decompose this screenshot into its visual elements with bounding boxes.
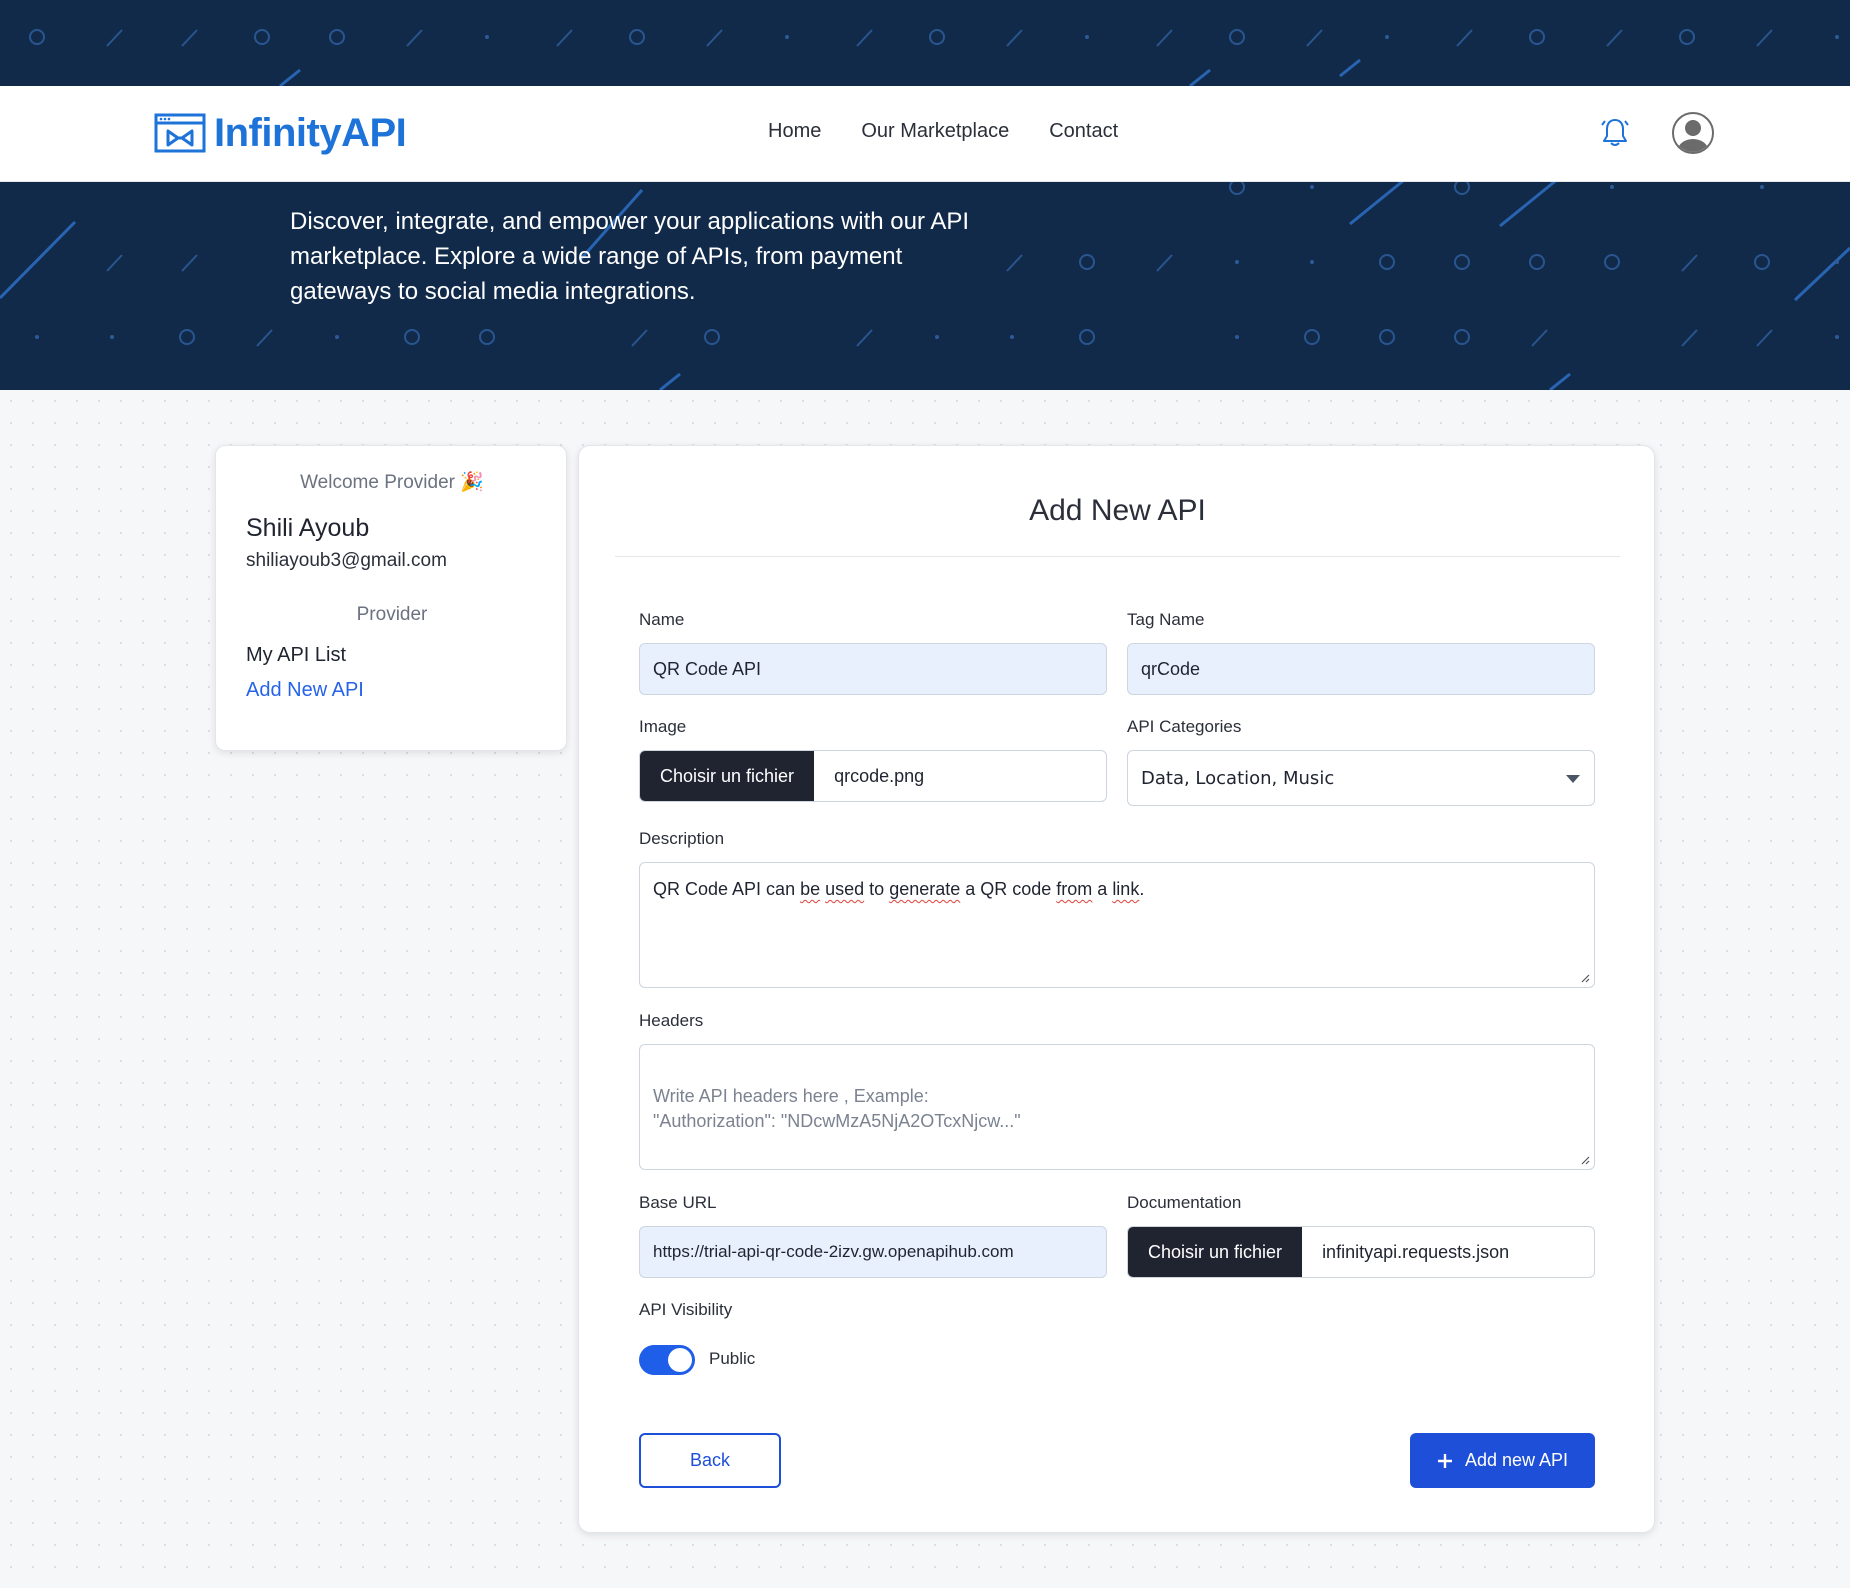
nav-contact[interactable]: Contact (1049, 120, 1118, 143)
window-bowtie-icon (154, 113, 206, 153)
image-label: Image (639, 717, 687, 736)
plus-icon (1437, 1453, 1452, 1468)
name-label: Name (639, 610, 685, 629)
base-url-input[interactable]: https://trial-api-qr-code-2izv.gw.openap… (639, 1226, 1107, 1278)
image-choose-file-button[interactable]: Choisir un fichier (640, 751, 815, 801)
tag-name-input[interactable]: qrCode (1127, 643, 1595, 695)
tag-name-label: Tag Name (1127, 610, 1205, 629)
sidebar-item-my-api-list[interactable]: My API List (246, 644, 346, 667)
add-new-api-label: Add new API (1464, 1450, 1569, 1470)
description-textarea[interactable]: QR Code API can be used to generate a QR… (639, 862, 1595, 988)
headers-textarea[interactable]: Write API headers here , Example: "Autho… (639, 1044, 1595, 1170)
brand-logo[interactable]: InfinityAPI (154, 108, 407, 158)
description-label: Description (639, 829, 725, 848)
visibility-label: API Visibility (639, 1300, 733, 1319)
nav-links: Home Our Marketplace Contact (768, 120, 1118, 143)
back-button[interactable]: Back (639, 1433, 781, 1488)
bell-icon[interactable] (1600, 116, 1630, 148)
role-heading: Provider (356, 604, 428, 625)
title-divider (615, 556, 1620, 557)
hero-banner: Discover, integrate, and empower your ap… (0, 0, 1850, 390)
resize-grip-icon[interactable] (1580, 1155, 1590, 1165)
welcome-text: Welcome Provider 🎉 (300, 472, 484, 493)
categories-selected-value: Data, Location, Music (1141, 767, 1335, 789)
resize-grip-icon[interactable] (1580, 973, 1590, 983)
categories-label: API Categories (1127, 717, 1242, 736)
headers-label: Headers (639, 1011, 704, 1030)
brand-name: InfinityAPI (214, 110, 407, 155)
add-new-api-button[interactable]: Add new API (1410, 1433, 1595, 1488)
toggle-knob (668, 1348, 692, 1372)
add-api-form-card: Add New API Name QR Code API Tag Name qr… (578, 445, 1655, 1533)
description-text: QR Code API can be used to generate a QR… (653, 879, 1145, 899)
user-name: Shili Ayoub (246, 514, 370, 542)
user-email: shiliayoub3@gmail.com (246, 550, 447, 571)
sidebar-item-add-new-api[interactable]: Add New API (246, 679, 364, 702)
user-avatar-icon[interactable] (1672, 112, 1714, 154)
visibility-state-label: Public (709, 1349, 756, 1368)
documentation-file-name: infinityapi.requests.json (1322, 1241, 1510, 1262)
base-url-label: Base URL (639, 1193, 717, 1212)
top-navbar: InfinityAPI Home Our Marketplace Contact (0, 86, 1850, 182)
headers-placeholder: Write API headers here , Example: "Autho… (653, 1086, 1021, 1131)
hero-tagline: Discover, integrate, and empower your ap… (290, 208, 970, 305)
nav-marketplace[interactable]: Our Marketplace (861, 120, 1009, 143)
chevron-down-icon (1566, 775, 1580, 783)
documentation-file-input[interactable]: Choisir un fichier infinityapi.requests.… (1127, 1226, 1595, 1278)
image-file-name: qrcode.png (834, 765, 925, 786)
nav-home[interactable]: Home (768, 120, 821, 143)
hero-pattern (0, 29, 1850, 390)
visibility-toggle[interactable] (639, 1345, 695, 1375)
documentation-choose-file-button[interactable]: Choisir un fichier (1128, 1227, 1303, 1277)
documentation-label: Documentation (1127, 1193, 1242, 1212)
categories-select[interactable]: Data, Location, Music (1127, 750, 1595, 806)
form-title: Add New API (1029, 494, 1206, 527)
provider-sidebar: Welcome Provider 🎉 Shili Ayoub shiliayou… (215, 445, 567, 751)
image-file-input[interactable]: Choisir un fichier qrcode.png (639, 750, 1107, 802)
name-input[interactable]: QR Code API (639, 643, 1107, 695)
